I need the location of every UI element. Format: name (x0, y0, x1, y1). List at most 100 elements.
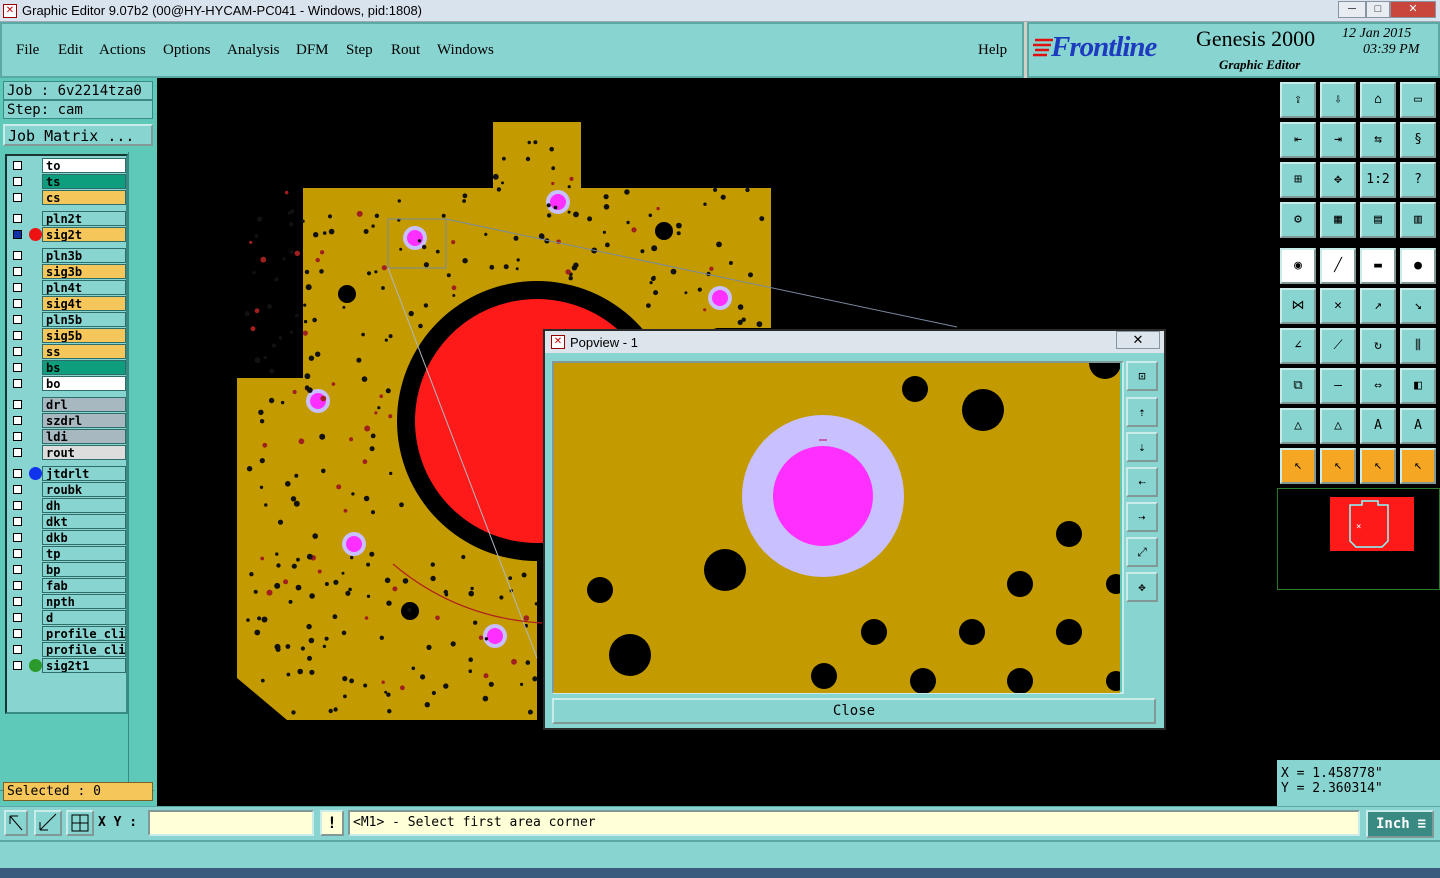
zoom-home-icon[interactable]: ⇪ (1280, 82, 1316, 118)
layer-row[interactable]: bs (9, 360, 129, 375)
layer-row[interactable]: rout (9, 445, 129, 460)
layer-checkbox[interactable] (13, 416, 22, 425)
layer-checkbox[interactable] (13, 501, 22, 510)
triangle-a-icon[interactable]: A (1360, 408, 1396, 444)
slope-icon[interactable]: ⟋ (1320, 328, 1356, 364)
minus-icon[interactable]: — (1320, 368, 1356, 404)
pan-right-icon[interactable]: ⇥ (1320, 122, 1356, 158)
layer-checkbox[interactable] (13, 283, 22, 292)
route-icon[interactable]: ↖ (1400, 448, 1436, 484)
menu-file[interactable]: File (16, 42, 39, 59)
layer-checkbox[interactable] (13, 347, 22, 356)
layer-name[interactable]: cs (42, 190, 126, 205)
pad-icon[interactable]: ◉ (1280, 248, 1316, 284)
overview-map[interactable]: × (1277, 488, 1440, 590)
layer-row[interactable]: ldi (9, 429, 129, 444)
layer-name[interactable]: pln2t (42, 211, 126, 226)
layer-row[interactable]: cs (9, 190, 129, 205)
layer-row[interactable]: drl (9, 397, 129, 412)
triangle-b-icon[interactable]: A (1400, 408, 1436, 444)
layer-checkbox[interactable] (13, 613, 22, 622)
home-icon[interactable]: ⌂ (1360, 82, 1396, 118)
popview-right-icon[interactable]: ⇢ (1126, 502, 1158, 532)
shapes-icon[interactable]: ◧ (1400, 368, 1436, 404)
layer-name[interactable]: tp (42, 546, 126, 561)
layer-name[interactable]: fab (42, 578, 126, 593)
menu-help[interactable]: Help (978, 42, 1007, 59)
layer-checkbox[interactable] (13, 230, 22, 239)
layer-checkbox[interactable] (13, 565, 22, 574)
layer-name[interactable]: bs (42, 360, 126, 375)
grid-snap-icon[interactable] (66, 810, 94, 836)
layer-checkbox[interactable] (13, 448, 22, 457)
popview-down-icon[interactable]: ⇣ (1126, 432, 1158, 462)
panel-icon[interactable]: ▭ (1400, 82, 1436, 118)
layer-checkbox[interactable] (13, 363, 22, 372)
layer-row[interactable]: sig5b (9, 328, 129, 343)
layer-row[interactable]: dh (9, 498, 129, 513)
layer-checkbox[interactable] (13, 661, 22, 670)
snap-icon[interactable]: § (1400, 122, 1436, 158)
layer-name[interactable]: bo (42, 376, 126, 391)
triangle-icon[interactable]: △ (1280, 408, 1316, 444)
layer-name[interactable]: sig3b (42, 264, 126, 279)
layer-row[interactable]: pln3b (9, 248, 129, 263)
menu-windows[interactable]: Windows (437, 42, 494, 59)
copy-icon[interactable]: ⧉ (1280, 368, 1316, 404)
layer-name[interactable]: npth (42, 594, 126, 609)
layer-checkbox[interactable] (13, 432, 22, 441)
layer-name[interactable]: profile_cli (42, 642, 126, 657)
layer-row[interactable]: bo (9, 376, 129, 391)
circle-icon[interactable]: ● (1400, 248, 1436, 284)
layer-checkbox[interactable] (13, 177, 22, 186)
layer-name[interactable]: pln4t (42, 280, 126, 295)
close-window-button[interactable]: ✕ (1390, 1, 1436, 18)
layer-name[interactable]: sig4t (42, 296, 126, 311)
layer-checkbox[interactable] (13, 549, 22, 558)
rotate-icon[interactable]: ↻ (1360, 328, 1396, 364)
layer-checkbox[interactable] (13, 299, 22, 308)
select-icon[interactable]: ↖ (1320, 448, 1356, 484)
layer-checkbox[interactable] (13, 251, 22, 260)
layer-checkbox[interactable] (13, 485, 22, 494)
wrench-icon[interactable]: ⚙ (1280, 202, 1316, 238)
layer-row[interactable]: tp (9, 546, 129, 561)
layer-checkbox[interactable] (13, 400, 22, 409)
popview-zoom-canvas[interactable] (554, 347, 1126, 694)
layer-checkbox[interactable] (13, 193, 22, 202)
area-select-icon[interactable] (4, 810, 28, 836)
line-icon[interactable]: ╱ (1320, 248, 1356, 284)
layer-name[interactable]: sig2t (42, 227, 126, 242)
ruler-icon[interactable]: ▬ (1360, 248, 1396, 284)
layer-name[interactable]: drl (42, 397, 126, 412)
help-icon[interactable]: ? (1400, 162, 1436, 198)
layer-name[interactable]: jtdrlt (42, 466, 126, 481)
layer-name[interactable]: sig5b (42, 328, 126, 343)
layer-row[interactable]: sig4t (9, 296, 129, 311)
popview-fit-icon[interactable]: ⤢ (1126, 537, 1158, 567)
popview-close-icon[interactable]: ✕ (1116, 331, 1160, 349)
layer-row[interactable]: npth (9, 594, 129, 609)
xy-input[interactable] (148, 810, 314, 836)
layer-checkbox[interactable] (13, 469, 22, 478)
layer-row[interactable]: dkt (9, 514, 129, 529)
fit-icon[interactable]: ⊞ (1280, 162, 1316, 198)
layer-name[interactable]: szdrl (42, 413, 126, 428)
popview-up-icon[interactable]: ⇡ (1126, 397, 1158, 427)
layer-checkbox[interactable] (13, 597, 22, 606)
mirror-icon[interactable]: ⫼ (1400, 328, 1436, 364)
layer-row[interactable]: bp (9, 562, 129, 577)
layers-alt-icon[interactable]: ▥ (1400, 202, 1436, 238)
layer-checkbox[interactable] (13, 629, 22, 638)
popview-left-icon[interactable]: ⇠ (1126, 467, 1158, 497)
warning-button[interactable]: ! (320, 810, 344, 836)
zoom-in-icon[interactable]: ⇩ (1320, 82, 1356, 118)
layer-name[interactable]: dkb (42, 530, 126, 545)
popview-center-icon[interactable]: ✥ (1126, 572, 1158, 602)
layer-checkbox[interactable] (13, 214, 22, 223)
layer-row[interactable]: szdrl (9, 413, 129, 428)
layer-row[interactable]: pln5b (9, 312, 129, 327)
layer-checkbox[interactable] (13, 379, 22, 388)
layer-name[interactable]: roubk (42, 482, 126, 497)
layer-name[interactable]: rout (42, 445, 126, 460)
